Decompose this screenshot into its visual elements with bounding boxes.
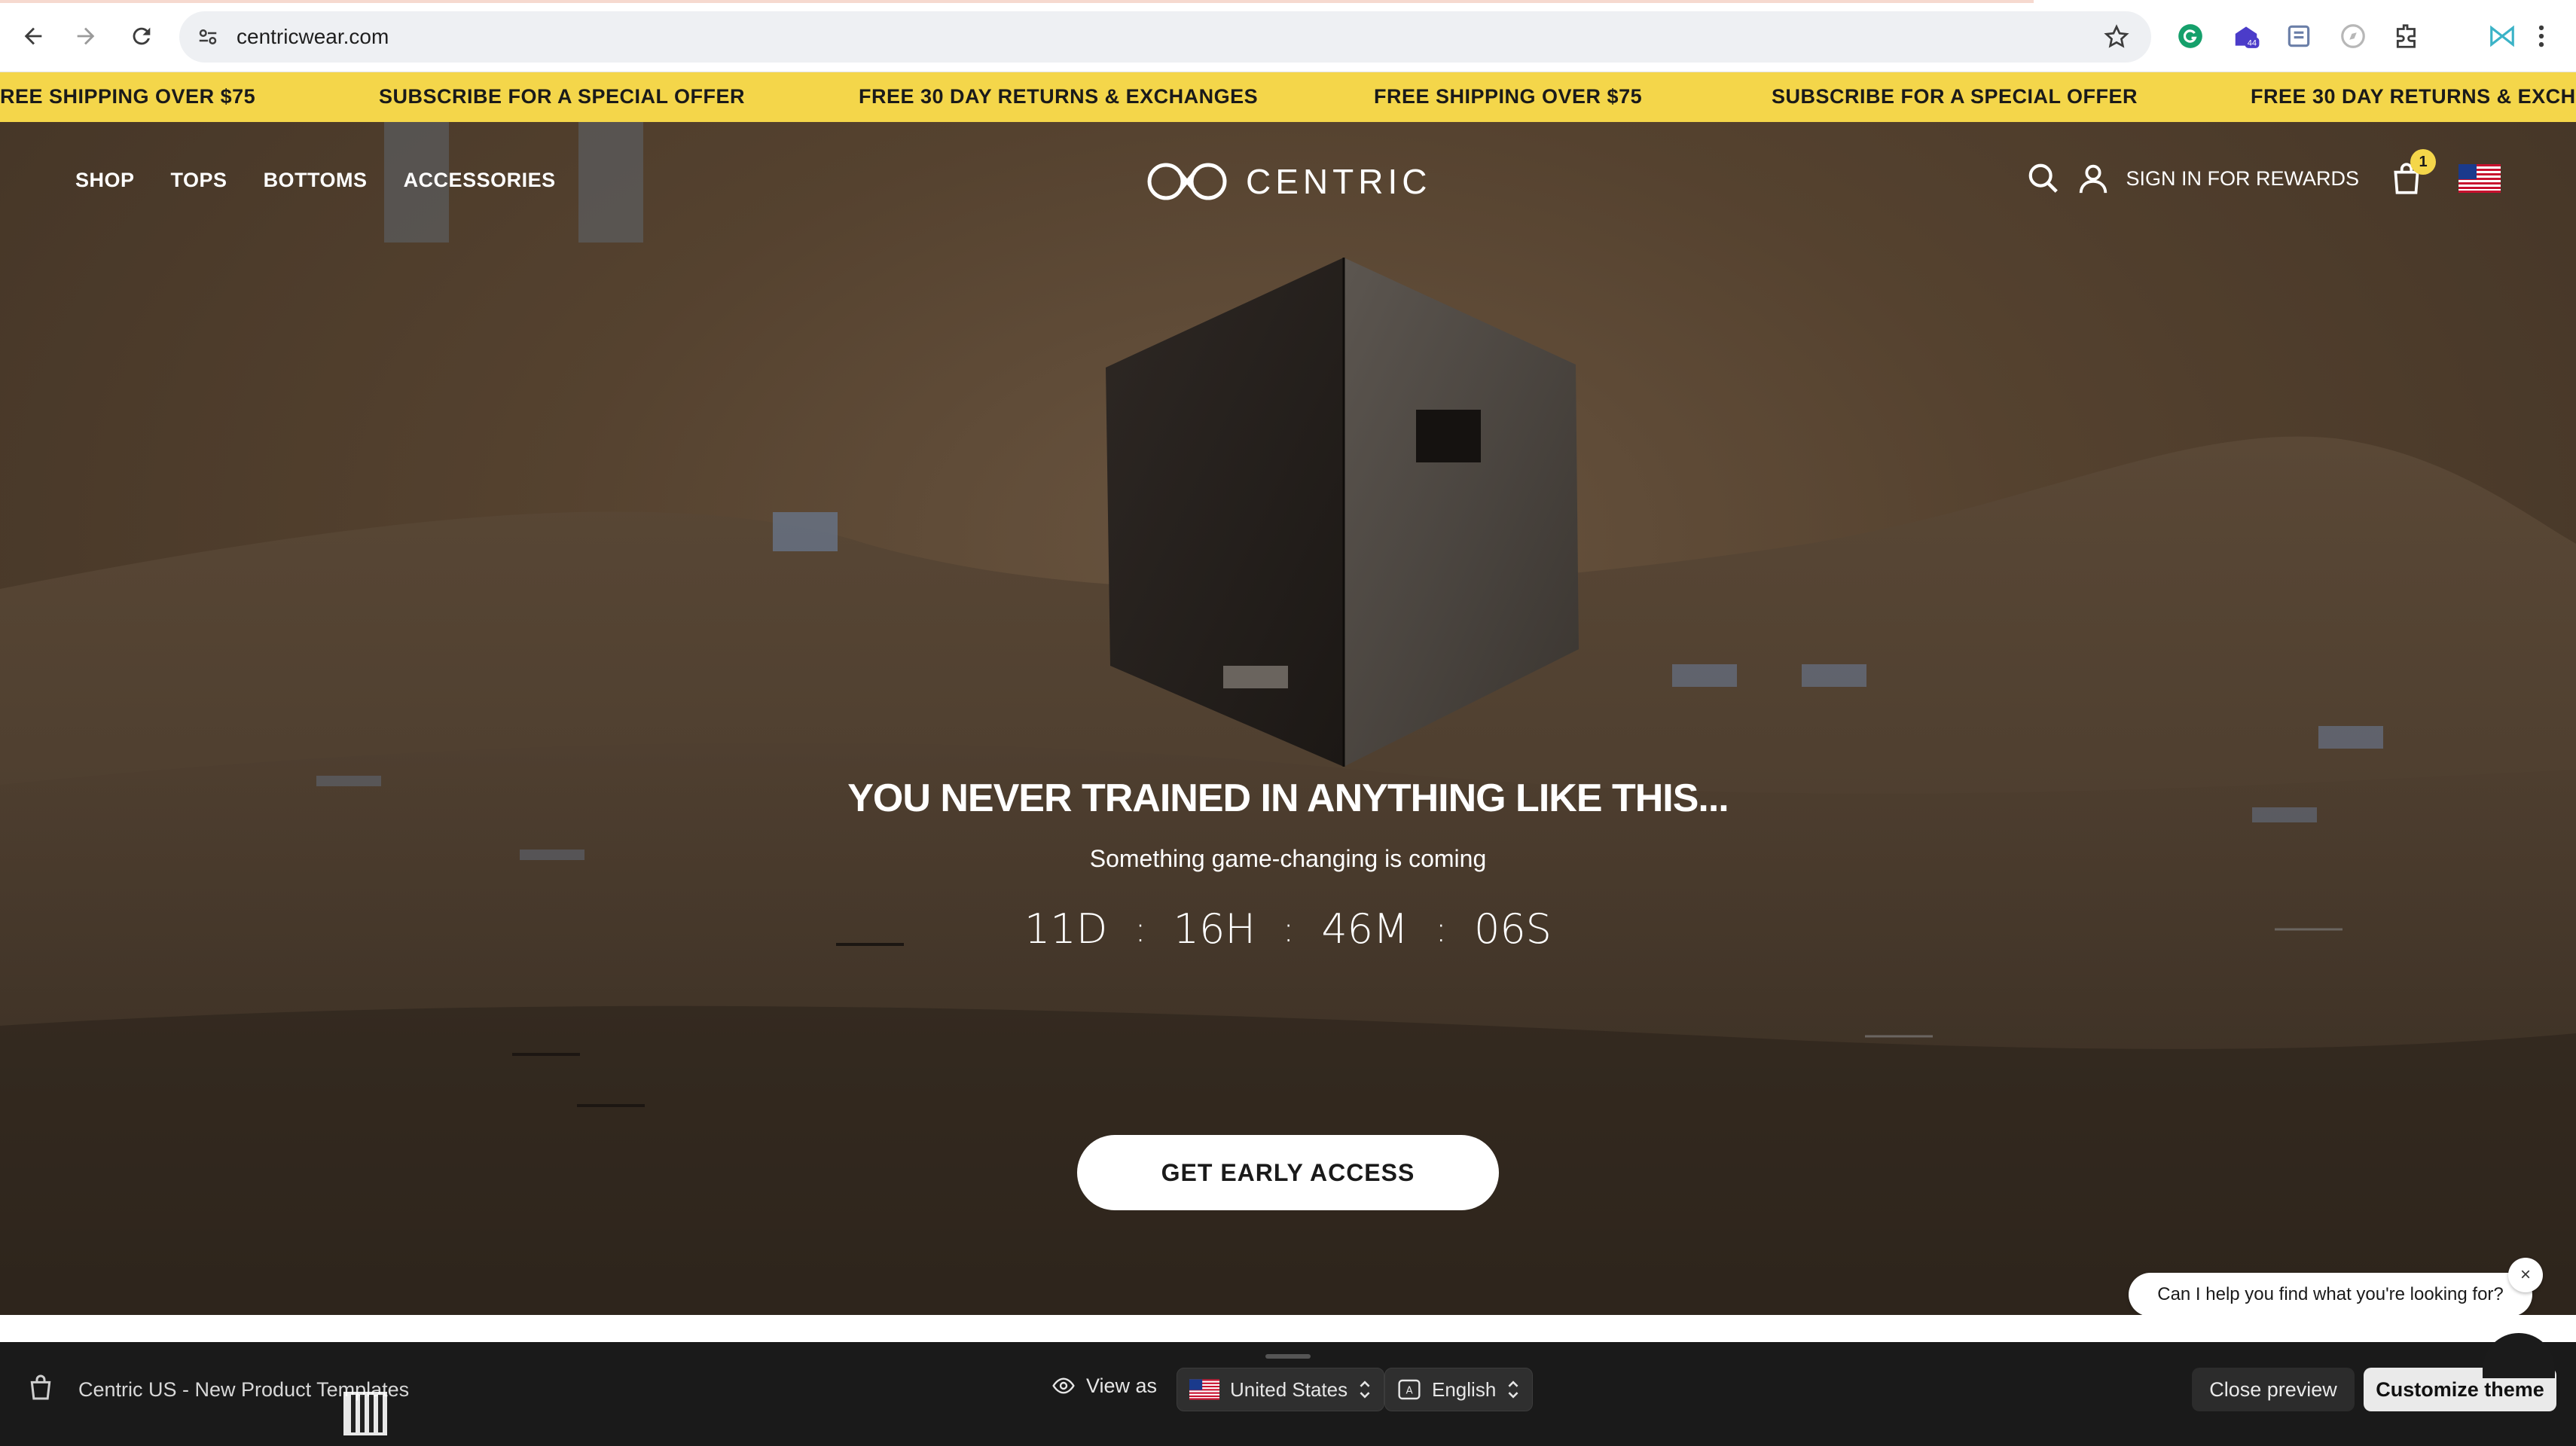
logo-wordmark: CENTRIC — [1246, 162, 1432, 201]
countdown-separator: : — [1282, 908, 1295, 950]
page-load-progress — [0, 0, 2034, 3]
site-settings-icon[interactable] — [193, 22, 223, 52]
svg-text:A: A — [1406, 1385, 1412, 1396]
cart-button[interactable]: 1 — [2388, 149, 2436, 197]
nav-item-shop[interactable]: SHOP — [75, 169, 135, 192]
reload-button[interactable] — [124, 18, 160, 54]
countdown-minutes: 46M — [1321, 905, 1409, 953]
countdown-separator: : — [1435, 908, 1448, 950]
country-selector-value: United States — [1230, 1377, 1348, 1401]
countdown-separator: : — [1134, 908, 1146, 950]
drag-handle[interactable] — [1265, 1354, 1311, 1359]
announcement-message: FREE 30 DAY RETURNS & EXCHANGES — [859, 85, 1259, 108]
nav-item-bottoms[interactable]: BOTTOMS — [264, 169, 368, 192]
countdown-hours: 16H — [1173, 905, 1256, 953]
site-logo[interactable]: CENTRIC — [1146, 161, 1431, 202]
header-actions: SIGN IN FOR REWARDS 1 — [2026, 149, 2501, 197]
qr-code-image[interactable] — [343, 1392, 387, 1435]
reader-extension-icon[interactable] — [2284, 21, 2314, 51]
page-footer-edge — [0, 1315, 2576, 1342]
view-as-label: View as — [1051, 1374, 1157, 1398]
browser-menu-icon[interactable] — [2526, 21, 2556, 51]
browser-toolbar: centricwear.com 44 — [0, 0, 2576, 72]
chevron-up-down-icon — [1508, 1380, 1518, 1399]
us-flag-icon — [1189, 1379, 1219, 1400]
main-nav: SHOP TOPS BOTTOMS ACCESSORIES — [75, 169, 556, 192]
extensions-puzzle-icon[interactable] — [2392, 21, 2422, 51]
url-text[interactable]: centricwear.com — [237, 25, 389, 49]
get-early-access-button[interactable]: GET EARLY ACCESS — [1077, 1135, 1499, 1210]
announcement-bar: REE SHIPPING OVER $75 SUBSCRIBE FOR A SP… — [0, 72, 2576, 122]
chat-close-button[interactable]: × — [2508, 1258, 2543, 1292]
account-icon[interactable] — [2076, 161, 2111, 196]
back-button[interactable] — [15, 18, 51, 54]
extension-badge-icon[interactable]: 44 — [2231, 21, 2261, 51]
eye-icon — [1052, 1377, 1075, 1394]
bowtie-extension-icon[interactable] — [2487, 21, 2517, 51]
search-icon[interactable] — [2026, 161, 2061, 196]
cart-count-badge: 1 — [2410, 149, 2436, 175]
country-selector[interactable]: United States — [1177, 1368, 1385, 1411]
shopify-bag-icon — [30, 1374, 51, 1400]
announcement-message: SUBSCRIBE FOR A SPECIAL OFFER — [1772, 85, 2138, 108]
arrow-right-icon — [77, 27, 95, 45]
countdown-timer: 11D : 16H : 46M : 06S — [1024, 905, 1552, 953]
address-bar[interactable]: centricwear.com — [179, 11, 2151, 63]
bookmark-star-icon[interactable] — [2103, 23, 2130, 50]
compass-extension-icon[interactable] — [2338, 21, 2368, 51]
chevron-up-down-icon — [1360, 1380, 1370, 1399]
language-selector-value: English — [1432, 1377, 1497, 1401]
chat-prompt-bubble[interactable]: Can I help you find what you're looking … — [2129, 1273, 2532, 1316]
hero-section: SHOP TOPS BOTTOMS ACCESSORIES CENTRIC SI… — [0, 122, 2576, 1315]
extension-badge-count: 44 — [2248, 39, 2257, 48]
forward-button[interactable] — [68, 18, 104, 54]
close-preview-button[interactable]: Close preview — [2192, 1368, 2355, 1411]
announcement-message: REE SHIPPING OVER $75 — [0, 85, 256, 108]
language-selector[interactable]: A English — [1384, 1368, 1534, 1411]
arrow-left-icon — [24, 27, 42, 45]
hero-headline: YOU NEVER TRAINED IN ANYTHING LIKE THIS.… — [847, 776, 1729, 820]
announcement-message: FREE SHIPPING OVER $75 — [1374, 85, 1643, 108]
nav-item-accessories[interactable]: ACCESSORIES — [404, 169, 556, 192]
nav-item-tops[interactable]: TOPS — [171, 169, 227, 192]
countdown-seconds: 06S — [1473, 905, 1552, 953]
sign-in-rewards-link[interactable]: SIGN IN FOR REWARDS — [2126, 167, 2359, 191]
grammarly-extension-icon[interactable] — [2175, 21, 2205, 51]
announcement-message: FREE 30 DAY RETURNS & EXCHAN — [2251, 85, 2576, 108]
theme-preview-bar: Centric US - New Product Templates View … — [0, 1342, 2576, 1446]
us-flag-icon[interactable] — [2458, 164, 2501, 193]
translate-icon: A — [1398, 1379, 1421, 1400]
countdown-days: 11D — [1024, 905, 1108, 953]
hero-subline: Something game-changing is coming — [1089, 845, 1487, 872]
reload-icon — [133, 27, 151, 45]
announcement-message: SUBSCRIBE FOR A SPECIAL OFFER — [379, 85, 746, 108]
logo-mark-icon — [1147, 163, 1227, 200]
view-as-text: View as — [1086, 1374, 1158, 1397]
